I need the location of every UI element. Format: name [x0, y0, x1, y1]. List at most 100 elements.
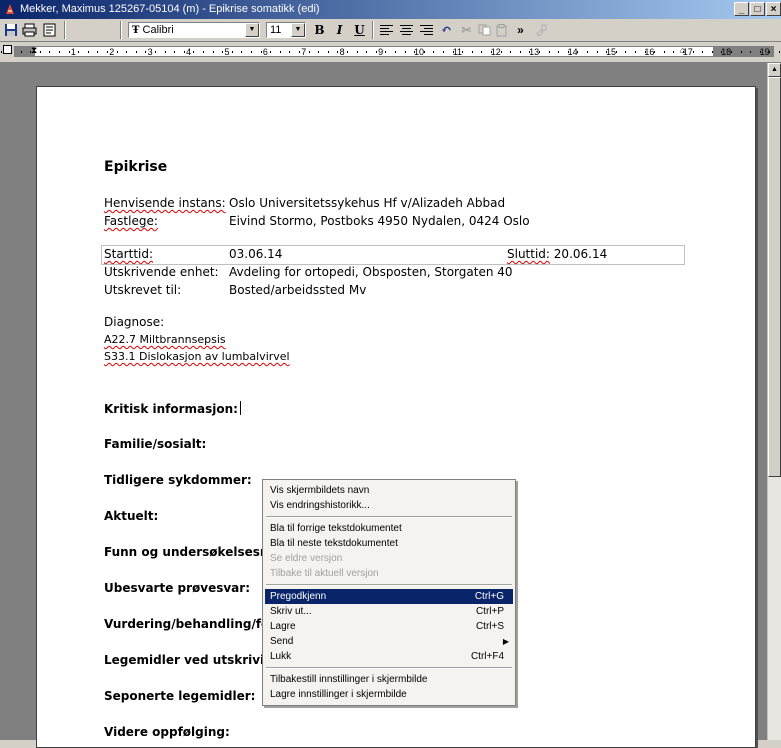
ruler-tick: [577, 51, 579, 53]
right-indent-marker-icon[interactable]: ⌂: [680, 45, 685, 55]
ruler-tick: [126, 51, 128, 53]
ruler-number: 11: [452, 47, 463, 57]
horizontal-ruler[interactable]: 112345678910111213141516171819 ⧗ ⌂: [0, 42, 781, 63]
section-seponerte: Seponerte legemidler:: [104, 689, 256, 703]
ruler-tick: [174, 51, 176, 53]
sluttid-label-text: Sluttid:: [507, 247, 550, 261]
undo-icon[interactable]: ↶: [438, 22, 455, 38]
ruler-tick: [529, 51, 531, 53]
chevron-down-icon[interactable]: ▼: [245, 23, 259, 37]
ruler-tick: [299, 51, 300, 53]
vertical-scrollbar[interactable]: ▲: [767, 63, 781, 740]
scroll-up-icon[interactable]: ▲: [768, 63, 781, 77]
menu-shortcut: Ctrl+S: [475, 621, 504, 632]
menu-shortcut: Ctrl+G: [474, 591, 504, 602]
align-right-icon[interactable]: [418, 22, 435, 38]
ruler-tick: [385, 51, 387, 53]
align-center-icon[interactable]: [398, 22, 415, 38]
print-icon[interactable]: [21, 22, 38, 38]
window-title-bar[interactable]: Mekker, Maximus 125267-05104 (m) - Epikr…: [0, 0, 781, 19]
bold-button[interactable]: B: [311, 22, 328, 38]
paste-icon[interactable]: [494, 22, 511, 38]
menu-item-skriv-ut[interactable]: Skriv ut... Ctrl+P: [265, 604, 513, 619]
minimize-button[interactable]: _: [734, 2, 749, 16]
ruler-tick: [759, 51, 761, 53]
indent-marker-icon[interactable]: ⧗: [31, 45, 37, 56]
copy-icon[interactable]: [476, 22, 493, 38]
menu-item-label: Tilbake til aktuell versjon: [270, 568, 379, 579]
italic-button[interactable]: I: [331, 22, 348, 38]
starttid-label-text: Starttid:: [104, 247, 154, 261]
menu-separator: [266, 667, 512, 669]
document-heading: Epikrise: [104, 159, 168, 175]
menu-item-bla-forrige[interactable]: Bla til forrige tekstdokumentet: [265, 521, 513, 536]
ruler-tick: [183, 51, 185, 53]
cut-icon[interactable]: ✂: [458, 22, 475, 38]
ruler-tick: [779, 51, 780, 53]
section-videre: Videre oppfølging:: [104, 725, 230, 739]
ruler-tick: [663, 51, 665, 53]
ruler-number: 2: [109, 47, 115, 57]
menu-item-label: Lukk: [270, 651, 292, 662]
ruler-tick: [587, 51, 588, 53]
ruler-strip[interactable]: 112345678910111213141516171819: [1, 46, 780, 57]
ruler-tick: [347, 51, 348, 53]
section-ubesvarte: Ubesvarte prøvesvar:: [104, 581, 250, 595]
text-cursor: [239, 401, 241, 415]
align-left-icon[interactable]: [378, 22, 395, 38]
menu-item-bla-neste[interactable]: Bla til neste tekstdokumentet: [265, 536, 513, 551]
maximize-button[interactable]: □: [750, 2, 765, 16]
ruler-tick: [68, 51, 70, 53]
menu-item-lagre[interactable]: Lagre Ctrl+S: [265, 619, 513, 634]
menu-item-tilbakestill-innstillinger[interactable]: Tilbakestill innstillinger i skjermbilde: [265, 672, 513, 687]
menu-item-lagre-innstillinger[interactable]: Lagre innstillinger i skjermbilde: [265, 687, 513, 702]
ruler-tick: [673, 51, 675, 53]
chevron-down-icon[interactable]: ▼: [291, 23, 305, 37]
ruler-tick: [231, 51, 233, 53]
ruler-tick: [155, 51, 156, 53]
window-title: Mekker, Maximus 125267-05104 (m) - Epikr…: [20, 3, 320, 15]
underline-button[interactable]: U: [351, 22, 368, 38]
ruler-tick: [635, 51, 636, 53]
ruler-number: 12: [490, 47, 501, 57]
ruler-number: 18: [721, 47, 732, 57]
font-size-value: 11: [270, 24, 282, 36]
truetype-icon: Ŧ: [132, 25, 140, 36]
menu-item-vis-endringshistorikk[interactable]: Vis endringshistorikk...: [265, 498, 513, 513]
more-tools-button[interactable]: »: [512, 22, 529, 38]
menu-item-send[interactable]: Send ▶: [265, 634, 513, 649]
font-name-select[interactable]: Ŧ Calibri ▼: [128, 22, 260, 38]
diagnose-label: Diagnose:: [104, 315, 165, 329]
menu-item-label: Pregodkjenn: [270, 591, 327, 602]
ruler-tick: [548, 51, 550, 53]
ruler-tick: [481, 51, 483, 53]
ruler-number: 8: [339, 47, 345, 57]
scrollbar-thumb[interactable]: [768, 77, 781, 477]
save-icon[interactable]: [2, 22, 19, 38]
ruler-tick: [222, 51, 224, 53]
ruler-tick: [145, 51, 147, 53]
ruler-tick: [49, 51, 51, 53]
menu-item-vis-skjermbildets-navn[interactable]: Vis skjermbildets navn: [265, 483, 513, 498]
utskrivende-value: Avdeling for ortopedi, Obsposten, Storga…: [229, 265, 513, 279]
utskrevet-label: Utskrevet til:: [104, 283, 182, 297]
properties-icon[interactable]: [41, 22, 58, 38]
menu-item-label: Tilbakestill innstillinger i skjermbilde: [270, 674, 428, 685]
starttid-value: 03.06.14: [229, 247, 283, 261]
menu-item-pregodkjenn[interactable]: Pregodkjenn Ctrl+G: [265, 589, 513, 604]
menu-item-tilbake-aktuell-versjon: Tilbake til aktuell versjon: [265, 566, 513, 581]
menu-item-label: Skriv ut...: [270, 606, 312, 617]
tab-type-selector[interactable]: [3, 45, 12, 54]
fastlege-label-text: Fastlege:: [104, 214, 158, 228]
menu-item-lukk[interactable]: Lukk Ctrl+F4: [265, 649, 513, 664]
ruler-tick: [107, 51, 108, 53]
menu-shortcut: Ctrl+P: [475, 606, 504, 617]
format-painter-icon[interactable]: [532, 22, 549, 38]
close-button[interactable]: ×: [766, 2, 781, 16]
font-size-select[interactable]: 11 ▼: [266, 22, 306, 38]
ruler-tick: [395, 51, 396, 53]
ruler-tick: [164, 51, 166, 53]
ruler-number: 19: [759, 47, 770, 57]
ruler-tick: [558, 51, 560, 53]
fastlege-label: Fastlege:: [104, 214, 158, 228]
